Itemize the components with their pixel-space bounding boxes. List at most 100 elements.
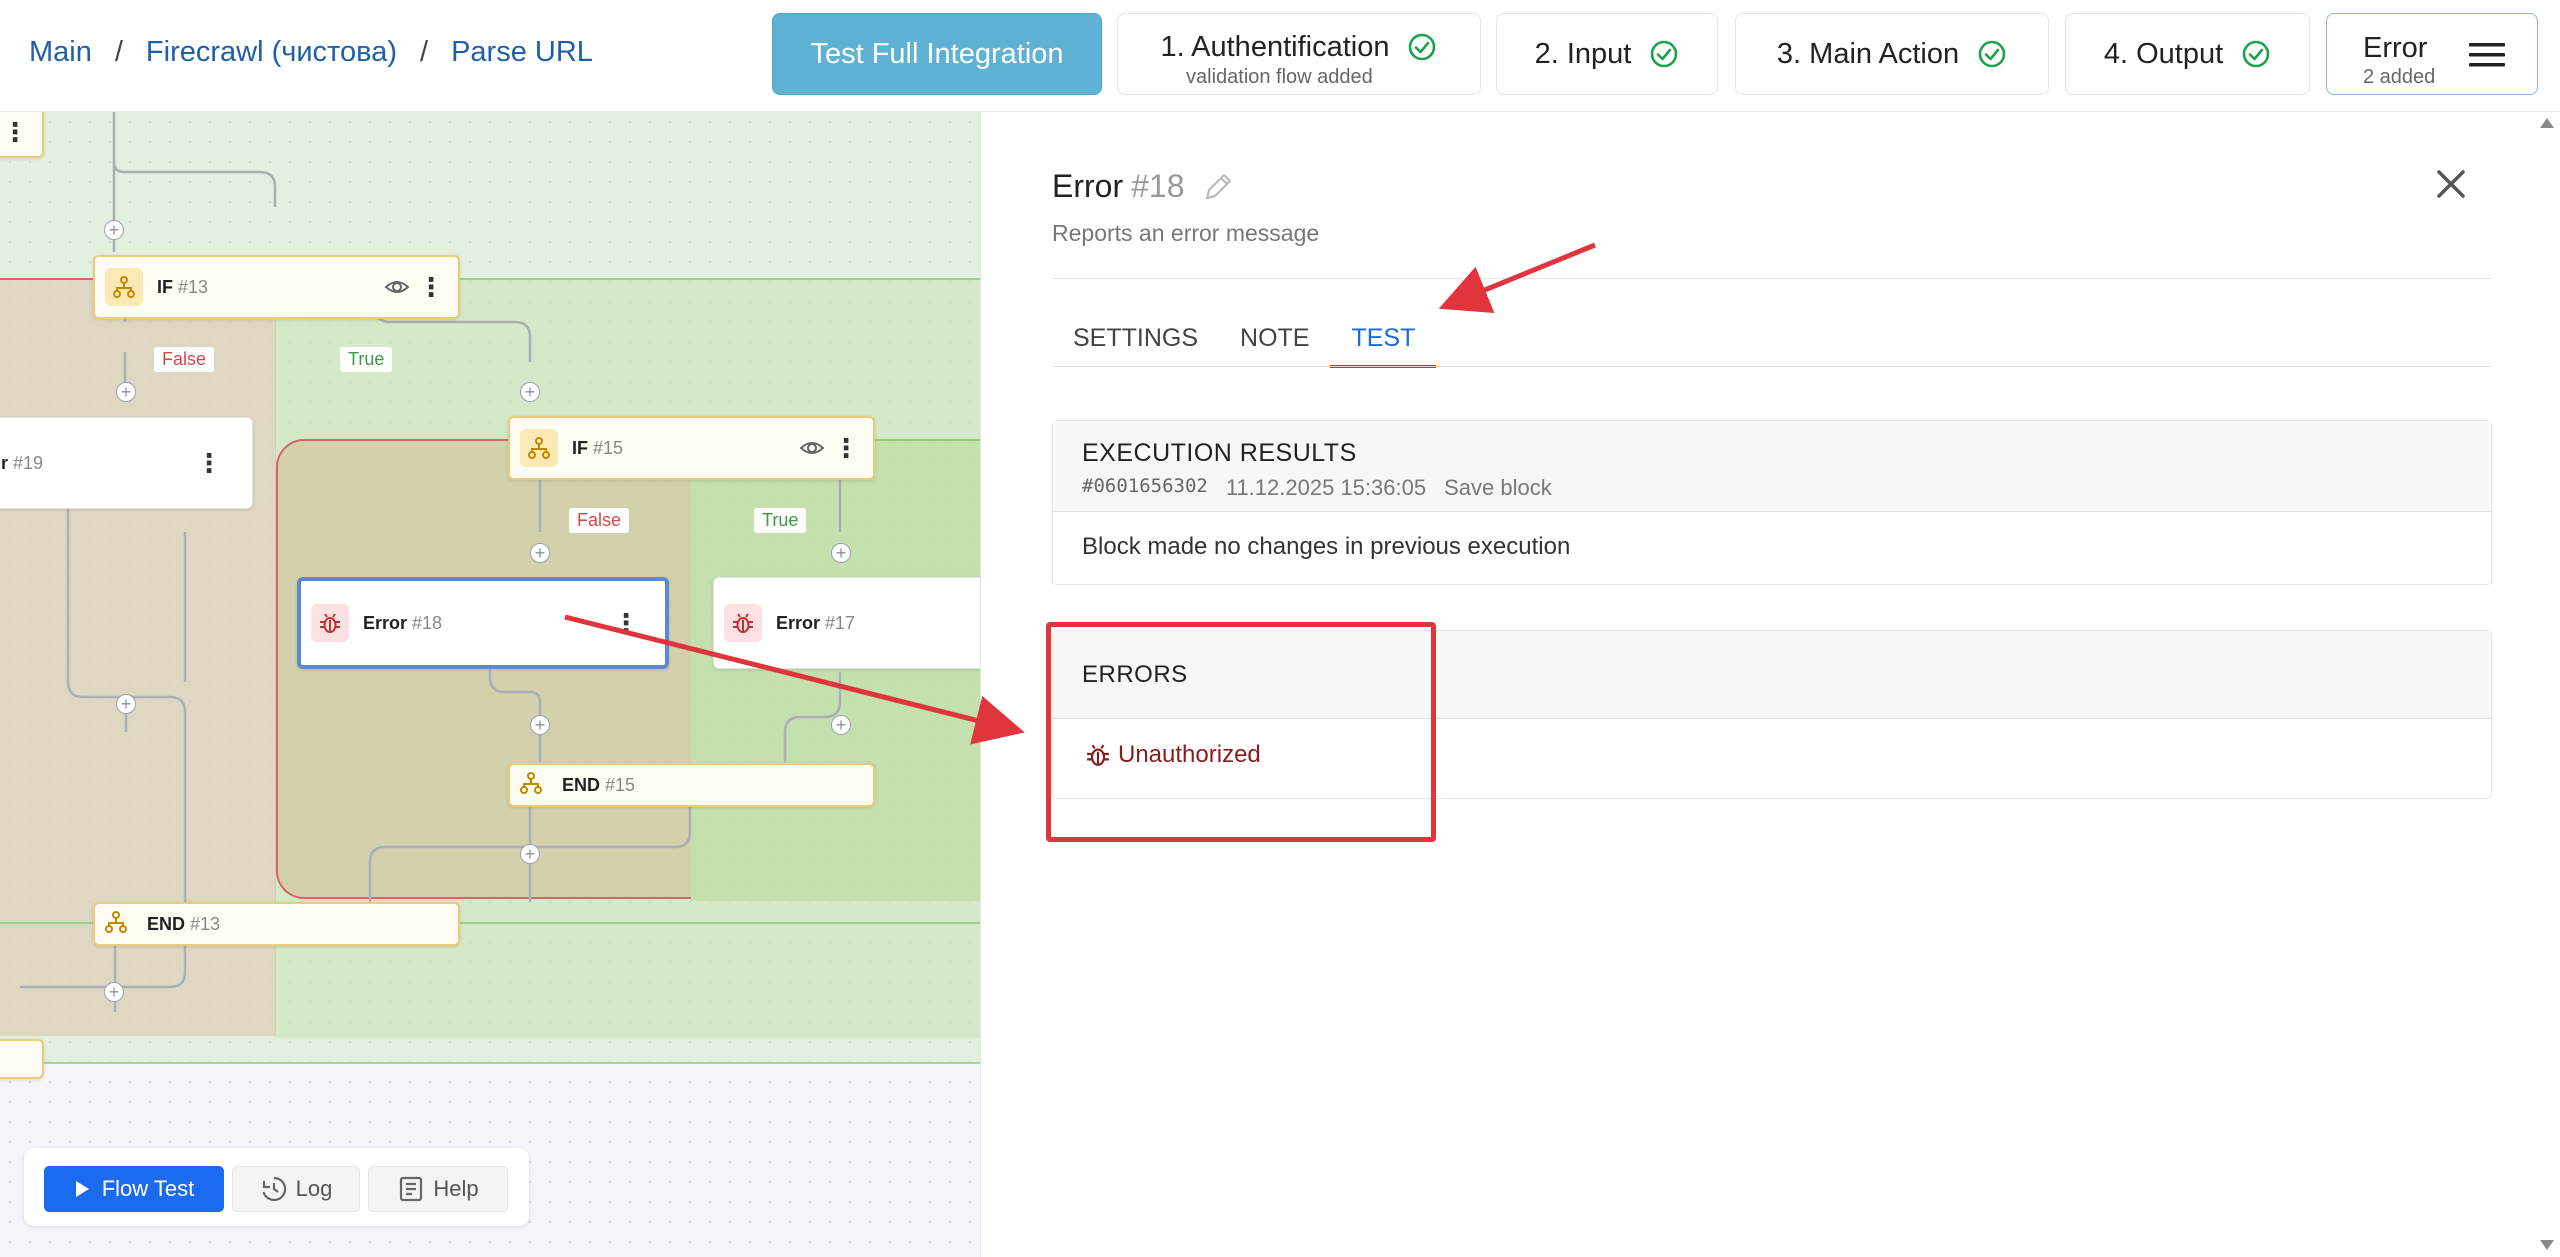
log-button[interactable]: Log xyxy=(232,1166,360,1212)
step-sublabel: validation flow added xyxy=(1186,66,1373,88)
flow-node-if-13[interactable]: IF #13 ⋮ xyxy=(93,255,460,319)
branch-icon xyxy=(105,268,143,306)
breadcrumb-separator: / xyxy=(420,36,429,68)
step-label: 4. Output xyxy=(2103,37,2224,70)
node-label: IF xyxy=(157,276,173,297)
node-menu-icon[interactable]: ⋮ xyxy=(418,274,444,300)
panel-title-text: Error xyxy=(1052,168,1124,204)
add-step-button[interactable]: + xyxy=(104,982,124,1002)
add-step-button[interactable]: + xyxy=(530,543,550,563)
node-label: END xyxy=(562,774,601,795)
flow-node-end-15[interactable]: END #15 xyxy=(508,763,875,807)
flow-node-end-13[interactable]: END #13 xyxy=(93,902,460,946)
add-step-button[interactable]: + xyxy=(116,382,136,402)
add-step-button[interactable]: + xyxy=(116,694,136,714)
help-label: Help xyxy=(433,1176,479,1201)
branch-icon xyxy=(520,429,558,467)
tab-test[interactable]: TEST xyxy=(1330,320,1437,368)
history-icon xyxy=(262,1176,286,1202)
execution-id: #0601656302 xyxy=(1082,475,1208,497)
scroll-up-arrow-icon[interactable] xyxy=(2539,116,2555,130)
log-label: Log xyxy=(295,1176,333,1201)
check-circle-icon xyxy=(1651,40,1678,68)
flow-toolbar: Flow Test Log Help xyxy=(24,1148,529,1226)
flow-node-error-17[interactable]: Error #17 xyxy=(713,577,980,669)
step-label: 2. Input xyxy=(1534,37,1632,70)
add-step-button[interactable]: + xyxy=(831,543,851,563)
test-full-integration-button[interactable]: Test Full Integration xyxy=(772,13,1102,95)
step-label: 3. Main Action xyxy=(1776,37,1960,70)
execution-action: Save block xyxy=(1444,475,1552,500)
node-label: r xyxy=(1,452,9,473)
step-authentification[interactable]: 1. Authentification validation flow adde… xyxy=(1117,13,1481,95)
branch-label-false: False xyxy=(569,508,630,533)
add-step-button[interactable]: + xyxy=(530,715,550,735)
check-circle-icon xyxy=(2242,40,2270,68)
flow-node-partial[interactable]: ⋮ xyxy=(0,112,44,158)
node-menu-icon[interactable]: ⋮ xyxy=(613,610,639,636)
step-sublabel: 2 added xyxy=(2363,66,2436,88)
flow-test-button[interactable]: Flow Test xyxy=(44,1166,224,1212)
panel-scrollbar[interactable] xyxy=(2535,112,2560,1257)
eye-icon[interactable] xyxy=(799,435,825,461)
help-button[interactable]: Help xyxy=(368,1166,508,1212)
check-circle-icon xyxy=(1978,40,2006,68)
step-error[interactable]: Error 2 added xyxy=(2326,13,2538,95)
help-doc-icon xyxy=(400,1176,423,1202)
node-menu-icon[interactable]: ⋮ xyxy=(2,119,28,145)
execution-result-text: Block made no changes in previous execut… xyxy=(1082,533,1571,560)
node-number: #19 xyxy=(13,452,44,473)
breadcrumb: Main / Firecrawl (чистова) / Parse URL xyxy=(29,36,593,69)
tab-note[interactable]: NOTE xyxy=(1219,320,1330,368)
node-label: IF xyxy=(572,437,588,458)
breadcrumb-separator: / xyxy=(114,36,123,68)
add-step-button[interactable]: + xyxy=(520,382,540,402)
pencil-icon[interactable] xyxy=(1201,170,1235,204)
node-number: #17 xyxy=(825,612,856,633)
step-label: Error xyxy=(2363,32,2428,64)
breadcrumb-parse-url[interactable]: Parse URL xyxy=(451,36,593,69)
node-label: END xyxy=(147,913,186,934)
add-step-button[interactable]: + xyxy=(104,220,124,240)
step-input[interactable]: 2. Input xyxy=(1496,13,1718,95)
node-label: Error xyxy=(363,612,408,633)
flow-canvas[interactable]: + + + + + + + + + + ⋮ IF #13 ⋮ False Tru… xyxy=(0,112,980,1257)
step-output[interactable]: 4. Output xyxy=(2065,13,2310,95)
panel-title: Error #18 xyxy=(1052,168,1235,205)
node-menu-icon[interactable]: ⋮ xyxy=(196,450,222,476)
close-icon[interactable] xyxy=(2431,164,2471,204)
flow-node-error-19[interactable]: r #19 ⋮ xyxy=(0,417,253,509)
flow-node-if-15[interactable]: IF #15 ⋮ xyxy=(508,416,875,480)
flow-node-partial[interactable] xyxy=(0,1039,44,1079)
execution-results-card: EXECUTION RESULTS #0601656302 11.12.2025… xyxy=(1052,420,2492,585)
flow-test-label: Flow Test xyxy=(101,1176,195,1201)
annotation-highlight-box xyxy=(1046,622,1436,842)
step-main-action[interactable]: 3. Main Action xyxy=(1735,13,2049,95)
execution-meta: #0601656302 11.12.2025 15:36:05 Save blo… xyxy=(1082,475,1570,501)
breadcrumb-main[interactable]: Main xyxy=(29,36,92,69)
eye-icon[interactable] xyxy=(384,274,410,300)
play-icon xyxy=(75,1181,89,1197)
node-number: #18 xyxy=(412,612,443,633)
divider xyxy=(1052,366,2492,367)
add-step-button[interactable]: + xyxy=(831,715,851,735)
node-label: Error xyxy=(776,612,821,633)
execution-timestamp: 11.12.2025 15:36:05 xyxy=(1225,475,1427,500)
scroll-down-arrow-icon[interactable] xyxy=(2539,1238,2555,1252)
branch-icon xyxy=(105,910,127,938)
node-menu-icon[interactable]: ⋮ xyxy=(833,435,859,461)
panel-description: Reports an error message xyxy=(1052,220,1320,246)
execution-results-title: EXECUTION RESULTS xyxy=(1082,439,1357,467)
tab-settings[interactable]: SETTINGS xyxy=(1052,320,1219,368)
bug-icon xyxy=(724,604,762,642)
bug-icon xyxy=(311,604,349,642)
step-label: 1. Authentification xyxy=(1160,30,1390,63)
branch-label-true: True xyxy=(340,347,393,372)
node-number: #13 xyxy=(178,276,209,297)
breadcrumb-firecrawl[interactable]: Firecrawl (чистова) xyxy=(146,36,397,69)
flow-node-error-18[interactable]: Error #18 ⋮ xyxy=(297,577,669,669)
add-step-button[interactable]: + xyxy=(520,844,540,864)
divider xyxy=(1052,278,2492,279)
top-header: Main / Firecrawl (чистова) / Parse URL T… xyxy=(0,0,2560,112)
panel-tabs: SETTINGS NOTE TEST xyxy=(1052,320,1437,368)
